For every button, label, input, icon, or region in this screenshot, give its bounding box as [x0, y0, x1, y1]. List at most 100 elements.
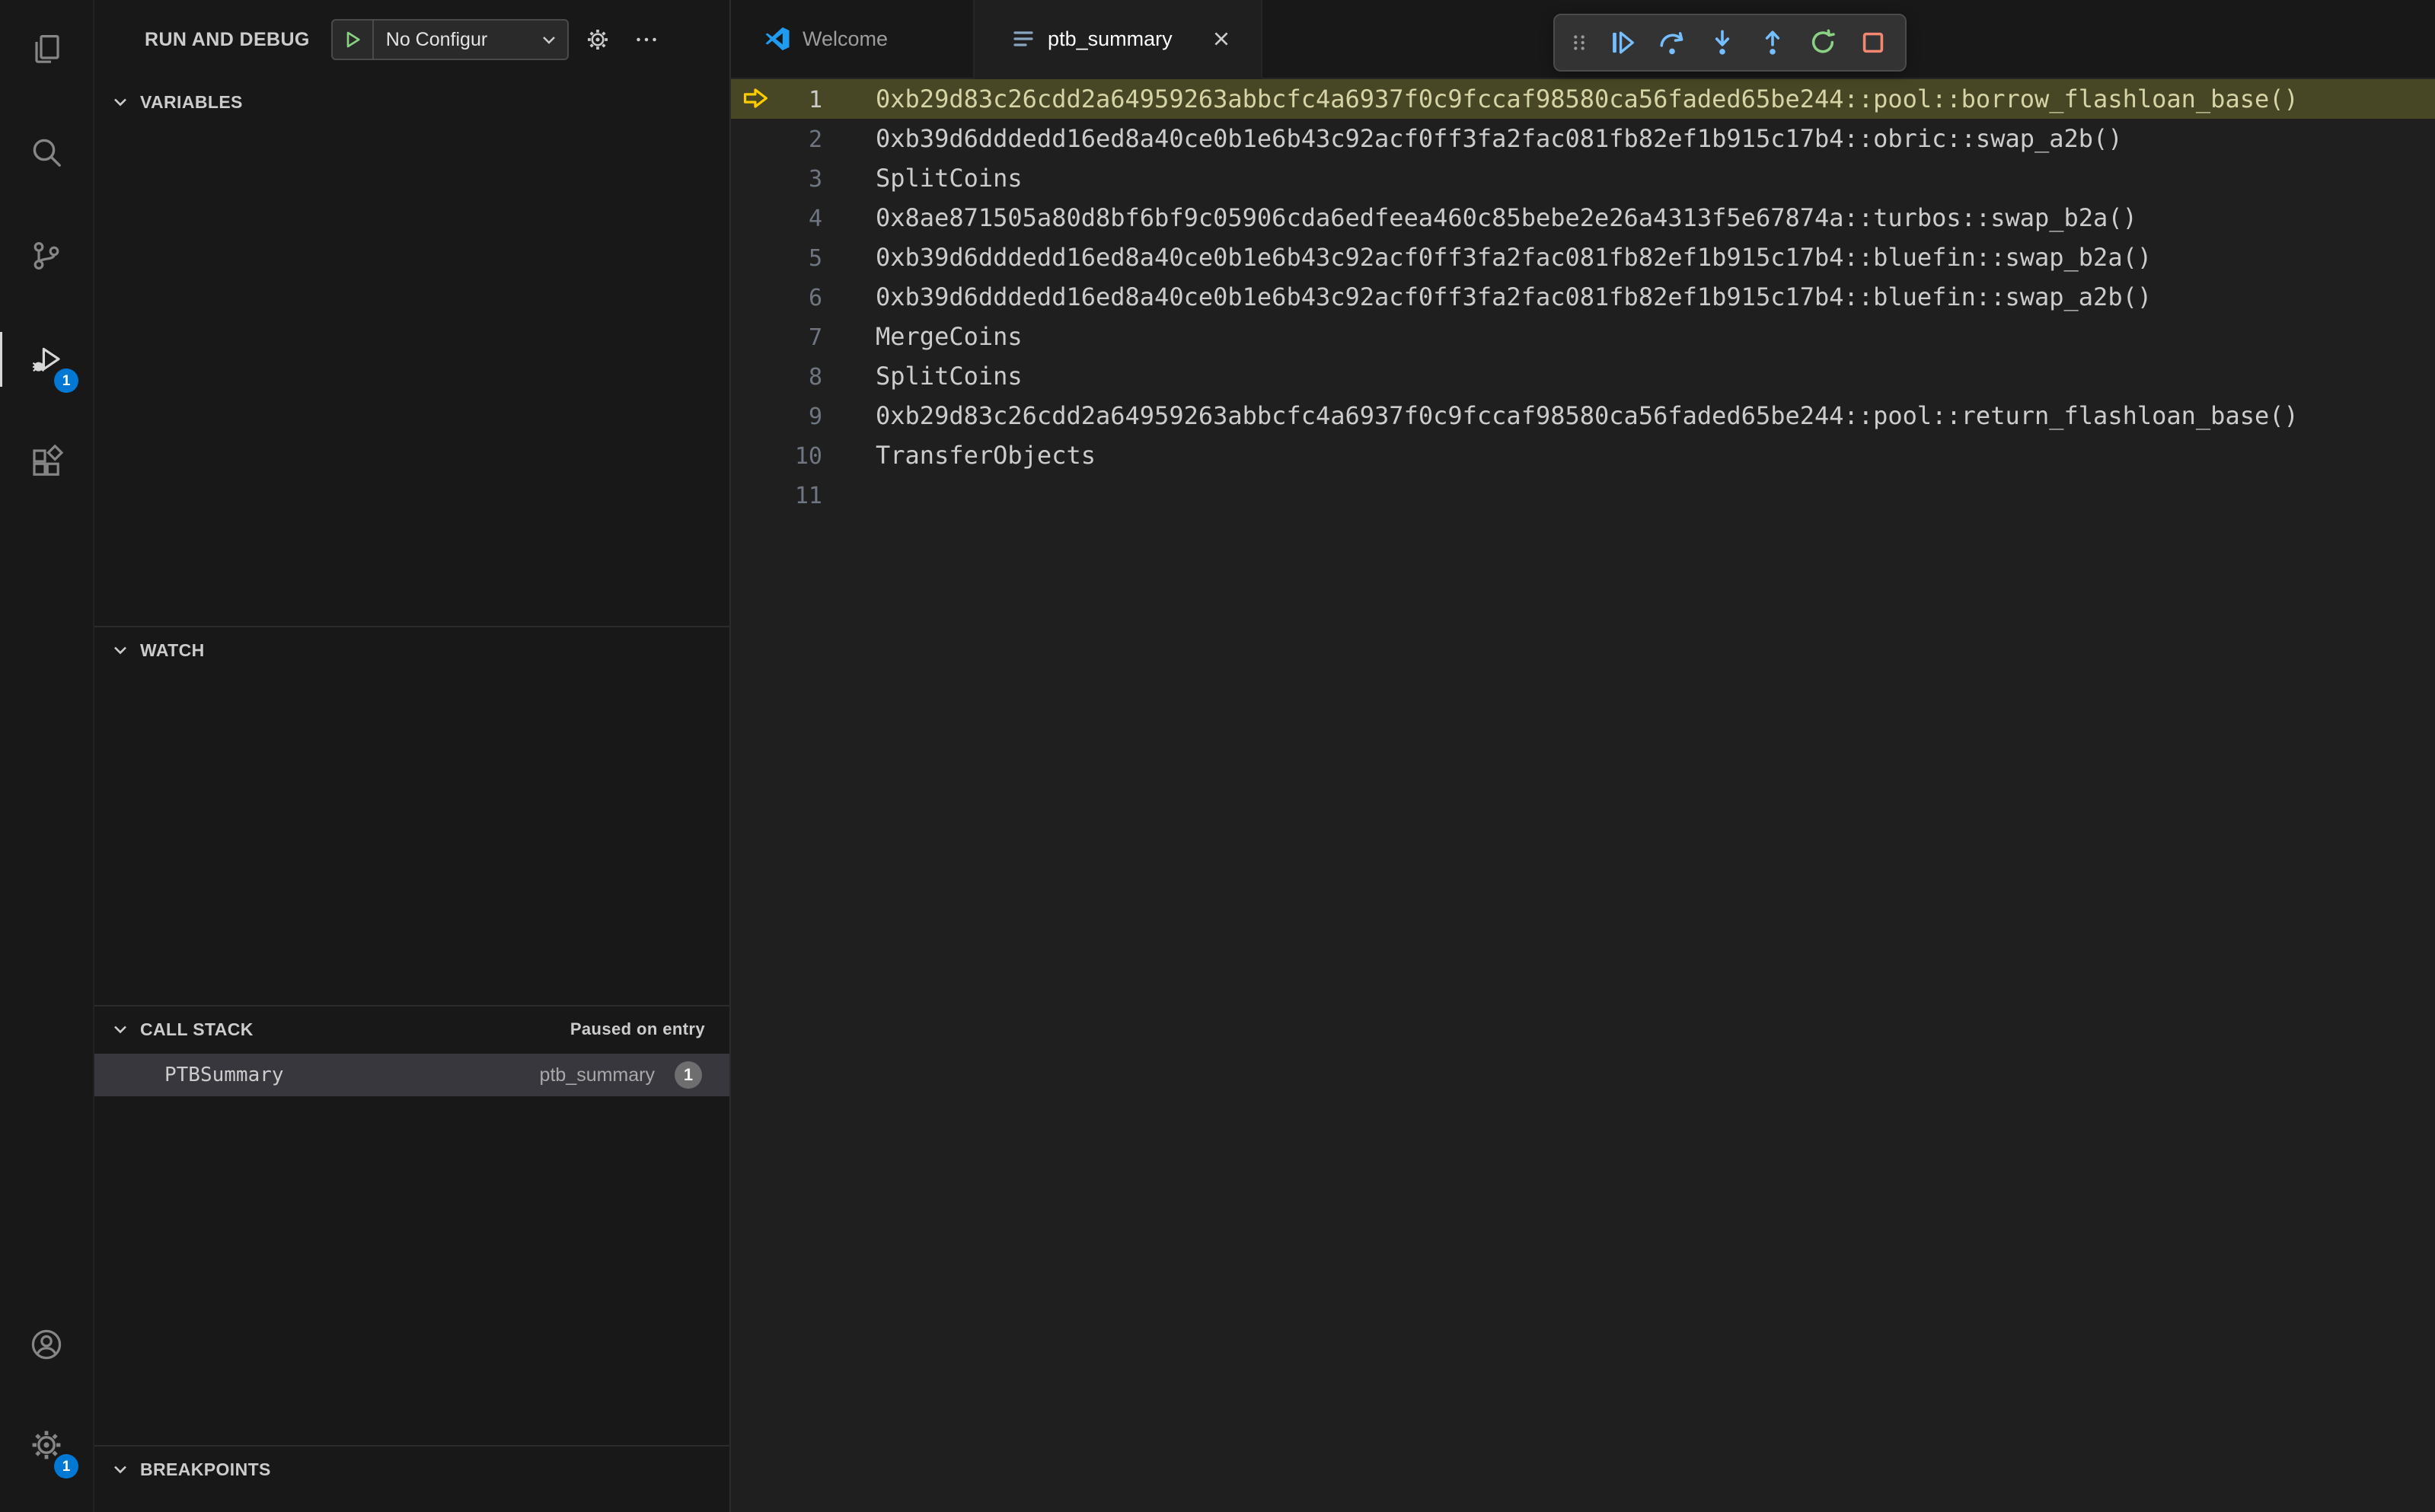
breakpoints-header[interactable]: BREAKPOINTS	[94, 1447, 729, 1489]
tab-ptb-summary[interactable]: ptb_summary	[975, 0, 1262, 79]
chevron-down-icon	[538, 29, 567, 50]
start-debugging-button[interactable]	[333, 21, 374, 59]
tab-label: ptb_summary	[1048, 27, 1173, 50]
account-icon	[31, 1329, 62, 1360]
line-gutter[interactable]: 2	[731, 119, 822, 158]
search-icon	[33, 139, 61, 167]
line-gutter[interactable]: 1	[731, 79, 822, 119]
vscode-window: 1 1 RUN AND DEBUG No Configur VARIABLES …	[0, 0, 2435, 1512]
line-text[interactable]: SplitCoins	[822, 158, 1023, 198]
variables-header[interactable]: VARIABLES	[94, 79, 729, 122]
tab-bar: Welcome ptb_summary	[731, 0, 2435, 79]
line-text[interactable]: MergeCoins	[822, 317, 1023, 356]
file-list-icon	[1011, 27, 1036, 51]
line-text[interactable]: 0xb39d6dddedd16ed8a40ce0b1e6b43c92acf0ff…	[822, 119, 2123, 158]
line-number: 4	[808, 206, 822, 232]
settings-badge: 1	[54, 1454, 78, 1479]
line-text[interactable]: SplitCoins	[822, 356, 1023, 396]
activity-search[interactable]	[10, 116, 83, 189]
chevron-down-icon	[114, 1026, 126, 1034]
toolbar-gripper-icon[interactable]	[1564, 20, 1594, 65]
call-stack-list: PTBSummary ptb_summary 1	[94, 1049, 729, 1445]
watch-body	[94, 670, 729, 1005]
activity-settings[interactable]: 1	[10, 1408, 83, 1482]
code-line[interactable]: 9 0xb29d83c26cdd2a64959263abbcfc4a6937f0c…	[731, 396, 2435, 435]
watch-header[interactable]: WATCH	[94, 627, 729, 670]
code-line[interactable]: 1 0xb29d83c26cdd2a64959263abbcfc4a6937f0c…	[731, 79, 2435, 119]
more-actions-icon[interactable]	[627, 20, 666, 59]
activity-accounts[interactable]	[10, 1308, 83, 1381]
line-number: 3	[808, 166, 822, 193]
code-line[interactable]: 5 0xb39d6dddedd16ed8a40ce0b1e6b43c92acf0f…	[731, 238, 2435, 277]
code-line[interactable]: 7 MergeCoins	[731, 317, 2435, 356]
line-gutter[interactable]: 10	[731, 435, 822, 475]
debug-toolbar	[1553, 14, 1907, 72]
breakpoints-title: BREAKPOINTS	[140, 1459, 271, 1479]
code-editor[interactable]: 1 0xb29d83c26cdd2a64959263abbcfc4a6937f0c…	[731, 79, 2435, 1512]
line-number: 11	[794, 483, 822, 509]
chevron-down-icon	[114, 646, 126, 655]
code-line[interactable]: 8 SplitCoins	[731, 356, 2435, 396]
debug-step-out-button[interactable]	[1750, 20, 1795, 65]
vscode-logo-icon	[764, 26, 790, 52]
debug-step-over-button[interactable]	[1649, 20, 1695, 65]
line-gutter[interactable]: 9	[731, 396, 822, 435]
line-gutter[interactable]: 4	[731, 198, 822, 238]
line-text[interactable]	[822, 475, 876, 515]
extensions-icon	[33, 445, 64, 476]
watch-section: WATCH	[94, 626, 729, 1005]
activity-run-and-debug[interactable]: 1	[0, 323, 83, 396]
line-gutter[interactable]: 8	[731, 356, 822, 396]
variables-body	[94, 122, 729, 626]
tab-welcome[interactable]: Welcome	[731, 0, 975, 78]
play-icon	[346, 31, 360, 48]
code-line[interactable]: 2 0xb39d6dddedd16ed8a40ce0b1e6b43c92acf0f…	[731, 119, 2435, 158]
chevron-down-icon	[114, 98, 126, 107]
line-gutter[interactable]: 3	[731, 158, 822, 198]
execution-pointer-icon	[743, 88, 768, 108]
call-stack-header[interactable]: CALL STACK Paused on entry	[94, 1006, 729, 1049]
code-line[interactable]: 6 0xb39d6dddedd16ed8a40ce0b1e6b43c92acf0f…	[731, 277, 2435, 317]
config-dropdown-value: No Configur	[385, 28, 488, 50]
line-number: 2	[808, 126, 822, 153]
variables-title: VARIABLES	[140, 91, 243, 112]
debug-restart-button[interactable]	[1800, 20, 1846, 65]
debug-config-dropdown[interactable]: No Configur	[330, 19, 569, 60]
code-line[interactable]: 4 0x8ae871505a80d8bf6bf9c05906cda6edfeea4…	[731, 198, 2435, 238]
line-number: 6	[808, 285, 822, 311]
continue-icon	[1613, 31, 1634, 54]
activity-bar: 1 1	[0, 0, 94, 1512]
line-gutter[interactable]: 6	[731, 277, 822, 317]
call-stack-frame[interactable]: PTBSummary ptb_summary 1	[94, 1054, 729, 1096]
line-text[interactable]: 0xb39d6dddedd16ed8a40ce0b1e6b43c92acf0ff…	[822, 238, 2152, 277]
debug-view-badge: 1	[54, 368, 78, 393]
line-text[interactable]: 0xb29d83c26cdd2a64959263abbcfc4a6937f0c9…	[822, 396, 2299, 435]
line-number: 1	[808, 87, 822, 113]
run-and-debug-panel: RUN AND DEBUG No Configur VARIABLES WATC…	[94, 0, 731, 1512]
line-gutter[interactable]: 11	[731, 475, 822, 515]
debug-continue-button[interactable]	[1599, 20, 1645, 65]
activity-explorer[interactable]	[10, 12, 83, 85]
line-gutter[interactable]: 7	[731, 317, 822, 356]
tab-label: Welcome	[803, 27, 889, 50]
source-control-icon	[34, 241, 59, 270]
line-gutter[interactable]: 5	[731, 238, 822, 277]
line-text[interactable]: 0xb39d6dddedd16ed8a40ce0b1e6b43c92acf0ff…	[822, 277, 2152, 317]
code-line[interactable]: 11	[731, 475, 2435, 515]
code-line[interactable]: 3 SplitCoins	[731, 158, 2435, 198]
frame-name: PTBSummary	[164, 1064, 284, 1086]
step-into-icon	[1715, 30, 1730, 55]
line-text[interactable]: 0xb29d83c26cdd2a64959263abbcfc4a6937f0c9…	[822, 79, 2299, 119]
watch-title: WATCH	[140, 640, 205, 660]
debug-step-into-button[interactable]	[1699, 20, 1745, 65]
close-tab-icon[interactable]	[1206, 24, 1237, 54]
activity-extensions[interactable]	[10, 426, 83, 499]
debug-stop-button[interactable]	[1850, 20, 1896, 65]
code-line[interactable]: 10 TransferObjects	[731, 435, 2435, 475]
debug-gear-icon[interactable]	[578, 20, 618, 59]
line-number: 8	[808, 364, 822, 391]
frame-badge: 1	[675, 1061, 702, 1089]
line-text[interactable]: TransferObjects	[822, 435, 1096, 475]
activity-source-control[interactable]	[10, 219, 83, 292]
line-text[interactable]: 0x8ae871505a80d8bf6bf9c05906cda6edfeea46…	[822, 198, 2137, 238]
